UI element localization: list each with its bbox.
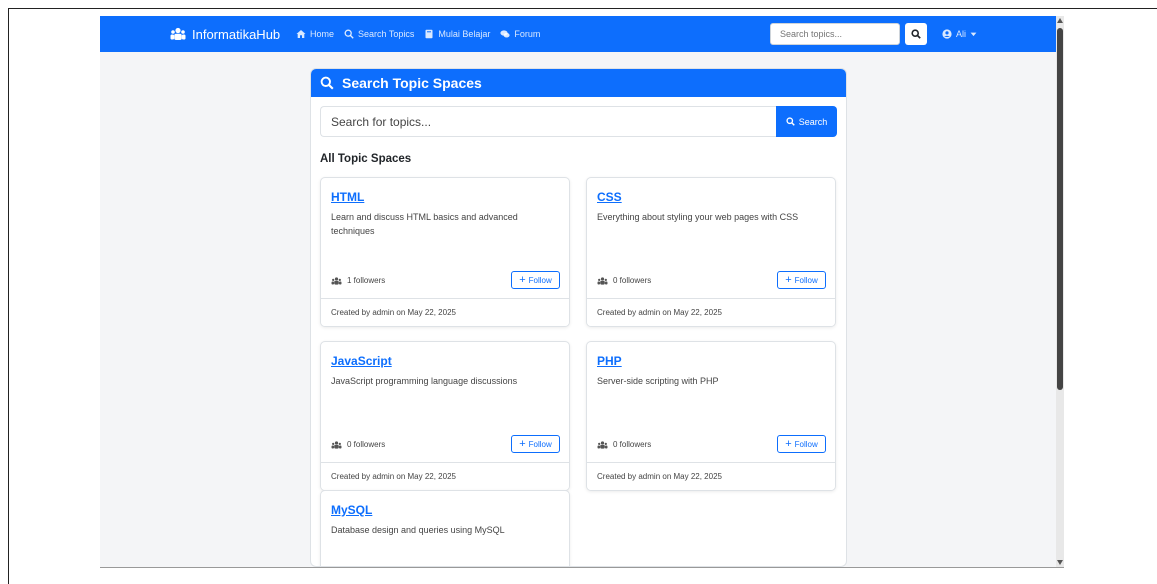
search-icon [344,29,354,39]
topic-footer: Created by admin on May 22, 2025 [587,298,835,326]
users-logo-icon [170,27,186,41]
follow-button-label: Follow [528,275,552,285]
follow-button[interactable]: + Follow [511,271,560,289]
users-icon [331,440,342,449]
topic-card-php: PHP Server-side scripting with PHP 0 fol… [586,341,836,491]
user-name: Ali [956,29,967,39]
scroll-up-arrow-icon[interactable] [1057,18,1063,23]
topic-card-css: CSS Everything about styling your web pa… [586,177,836,327]
section-title: All Topic Spaces [320,153,412,165]
follower-count: 0 followers [597,440,651,449]
plus-icon: + [785,273,792,286]
topic-title-link[interactable]: PHP [597,354,622,368]
nav-link-label: Home [310,29,335,39]
follower-count: 0 followers [597,276,651,285]
brand-name: InformatikaHub [192,26,281,42]
topic-search-form: Search [320,106,837,137]
search-topics-panel: Search Topic Spaces Search All Topic Spa… [310,68,847,567]
topic-search-button[interactable]: Search [776,106,837,137]
topic-description: Everything about styling your web pages … [597,212,799,222]
users-icon [331,276,342,285]
follow-button[interactable]: + Follow [777,271,826,289]
caret-down-icon [970,32,977,36]
follow-button-label: Follow [794,275,818,285]
topic-footer: Created by admin on May 22, 2025 [321,298,569,326]
follower-count-text: 0 followers [613,276,652,285]
follower-count-text: 0 followers [347,440,386,449]
panel-header: Search Topic Spaces [311,69,846,97]
topic-title-link[interactable]: CSS [597,190,622,204]
book-icon [425,29,433,39]
follower-count-text: 1 followers [347,276,386,285]
topic-description: Database design and queries using MySQL [331,525,505,535]
plus-icon: + [785,437,792,450]
topic-footer: Created by admin on May 22, 2025 [587,462,835,490]
nav-link-home[interactable]: Home [296,29,334,39]
window-edge-bottom [100,567,1064,568]
nav-link-forum[interactable]: Forum [500,29,540,39]
topic-description: Server-side scripting with PHP [597,376,719,386]
page-scrollbar[interactable] [1056,16,1064,567]
users-icon [597,440,608,449]
topic-description: JavaScript programming language discussi… [331,376,518,386]
window-edge-top [8,8,1157,9]
scrollbar-thumb[interactable] [1057,28,1063,390]
panel-title: Search Topic Spaces [342,75,482,91]
topic-title-link[interactable]: JavaScript [331,354,392,368]
browser-viewport: InformatikaHub Home Search Topics Mulai … [100,16,1056,567]
nav-search-input[interactable] [770,23,900,45]
search-icon [786,117,795,126]
scroll-down-arrow-icon[interactable] [1057,560,1063,565]
follower-count: 1 followers [331,276,385,285]
topic-title-link[interactable]: MySQL [331,503,372,517]
follow-button[interactable]: + Follow [511,435,560,453]
comments-icon [500,30,511,38]
search-button-label: Search [798,116,828,127]
follow-button-label: Follow [794,439,818,449]
follower-count-text: 0 followers [613,440,652,449]
search-icon [911,29,921,39]
navbar: InformatikaHub Home Search Topics Mulai … [100,16,1056,52]
nav-link-label: Mulai Belajar [438,29,491,39]
follow-button[interactable]: + Follow [777,435,826,453]
topic-title-link[interactable]: HTML [331,190,364,204]
follower-count: 0 followers [331,440,385,449]
user-menu[interactable]: Ali [942,16,977,52]
home-icon [296,30,306,38]
nav-link-label: Forum [514,29,541,39]
topic-card-javascript: JavaScript JavaScript programming langua… [320,341,570,491]
topic-footer: Created by admin on May 22, 2025 [321,462,569,490]
follow-button-label: Follow [528,439,552,449]
nav-link-mulai-belajar[interactable]: Mulai Belajar [424,29,490,39]
window-edge-left [8,8,9,584]
nav-link-search-topics[interactable]: Search Topics [344,29,414,39]
search-icon [320,76,334,90]
user-circle-icon [942,29,952,39]
brand[interactable]: InformatikaHub [170,16,280,52]
topic-card-html: HTML Learn and discuss HTML basics and a… [320,177,570,327]
nav-search-button[interactable] [905,23,927,45]
plus-icon: + [519,273,526,286]
topic-card-mysql: MySQL Database design and queries using … [320,490,570,566]
topic-search-input[interactable] [320,106,776,137]
users-icon [597,276,608,285]
nav-links: Home Search Topics Mulai Belajar Forum [296,16,540,52]
nav-link-label: Search Topics [358,29,415,39]
plus-icon: + [519,437,526,450]
topic-description: Learn and discuss HTML basics and advanc… [331,212,518,236]
